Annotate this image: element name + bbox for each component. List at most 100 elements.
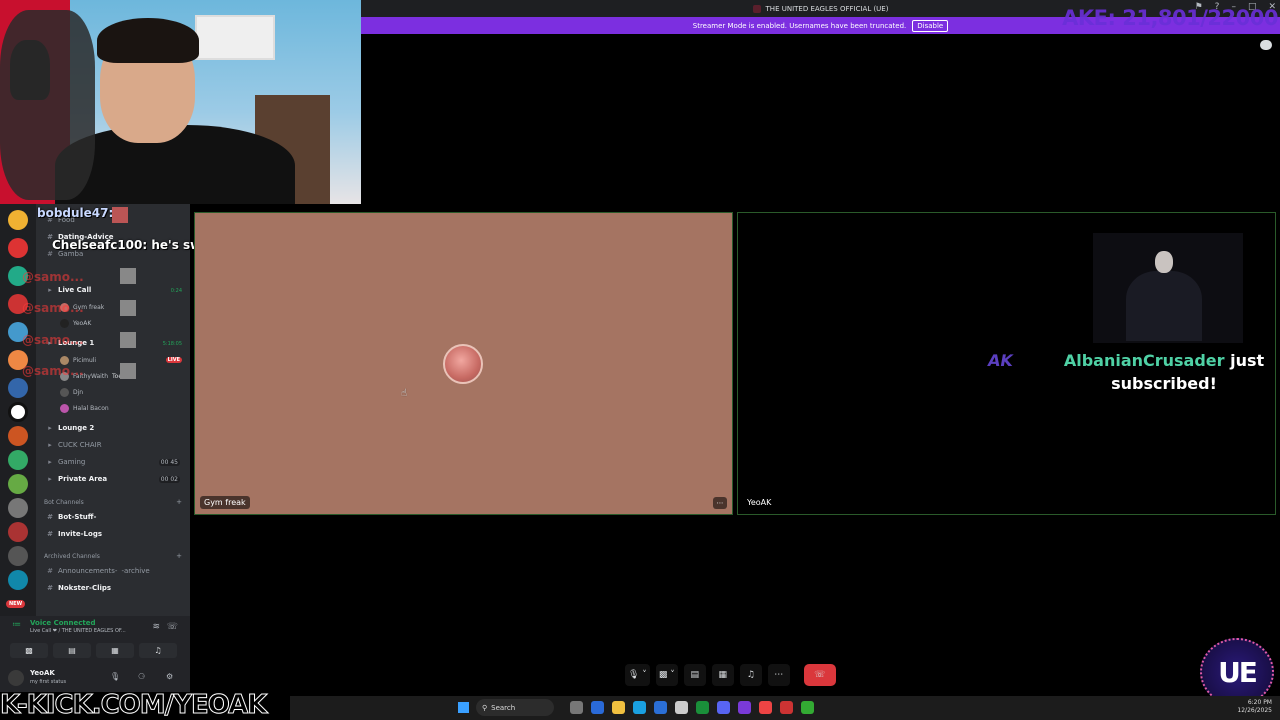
streamer-mode-text: Streamer Mode is enabled. Usernames have… [692, 21, 907, 30]
new-servers-badge: NEW [6, 600, 26, 608]
channel-cuck-chair[interactable]: ▸ CUCK CHAIR [46, 441, 101, 449]
server-icon-13[interactable] [8, 522, 28, 542]
webcam-feed [0, 0, 361, 204]
server-list: NEW [0, 204, 36, 616]
person-figure [1126, 271, 1202, 341]
outlook-icon[interactable] [654, 701, 667, 714]
gear-icon[interactable]: ⚙ [166, 672, 173, 681]
channel-bot-stuff[interactable]: # Bot-Stuff- [46, 513, 96, 521]
hand-cursor-icon: ☝ [401, 388, 408, 399]
signal-icon: ≔ [12, 620, 21, 630]
speaker-icon: ▸ [48, 458, 52, 466]
voice-status-subtitle[interactable]: Live Call ❤ / THE UNITED EAGLES OF... [30, 628, 126, 634]
chrome-icon[interactable] [759, 701, 772, 714]
chat-emote [112, 207, 128, 223]
window-title: THE UNITED EAGLES OFFICIAL (UE) [765, 4, 889, 13]
screen-share-button[interactable]: ▤ [683, 664, 706, 686]
avatar [60, 404, 69, 413]
server-icon-2[interactable] [8, 238, 28, 258]
noise-suppression-icon[interactable]: ≋ [152, 622, 160, 632]
obs-icon[interactable] [738, 701, 751, 714]
speaker-icon: ▸ [48, 286, 52, 294]
app-icon[interactable] [591, 701, 604, 714]
channel-announcements-archive[interactable]: # Announcements- -archive [46, 567, 150, 575]
more-options-icon[interactable]: ⋯ [713, 497, 727, 509]
file-explorer-icon[interactable] [612, 701, 625, 714]
avatar[interactable] [8, 670, 24, 686]
member-yeoak[interactable]: YeoAK [60, 319, 91, 328]
taskbar-clock[interactable]: 6:20 PM 12/26/2025 [1237, 699, 1272, 715]
channel-live-call[interactable]: ▸ Live Call [46, 286, 91, 294]
person-head [1155, 251, 1173, 273]
avatar [60, 388, 69, 397]
channel-gaming[interactable]: ▸ Gaming [46, 458, 85, 466]
live-call-timer: 0:24 [170, 288, 182, 294]
server-icon-11[interactable] [8, 474, 28, 494]
microphone-icon[interactable]: 🎙 [110, 672, 120, 681]
add-channel-icon[interactable]: + [176, 498, 182, 506]
leave-call-button[interactable]: ☏ [803, 664, 836, 686]
ghost-emote [120, 268, 136, 284]
app-icon[interactable] [801, 701, 814, 714]
add-channel-icon[interactable]: + [176, 552, 182, 560]
server-icon-8[interactable] [8, 402, 28, 422]
discord-icon[interactable] [717, 701, 730, 714]
speaker-icon: ▸ [48, 441, 52, 449]
server-icon [752, 4, 761, 13]
video-tile-gym-freak[interactable]: ☝ Gym freak ⋯ [194, 212, 733, 515]
more-options-button[interactable]: ⋯ [767, 664, 790, 686]
ghost-chat-text: @samo... [22, 364, 84, 378]
store-icon[interactable] [675, 701, 688, 714]
soundboard-button[interactable]: ♫ [139, 643, 177, 658]
task-view-icon[interactable] [570, 701, 583, 714]
screen-share-button[interactable]: ▤ [53, 643, 91, 658]
channel-nokster-clips[interactable]: # Nokster-Clips [46, 584, 111, 592]
server-icon-7[interactable] [8, 378, 28, 398]
taskbar-search[interactable]: ⚲ Search [476, 699, 554, 716]
activities-button[interactable]: ▦ [711, 664, 734, 686]
camera-button[interactable]: ▩ [10, 643, 48, 658]
channel-list: # Food # Dating-Advice # Gamba ▸ Live Call 0… [36, 204, 190, 616]
windows-start-icon[interactable] [458, 702, 469, 713]
server-icon-14[interactable] [8, 546, 28, 566]
activities-button[interactable]: ▦ [96, 643, 134, 658]
voice-connected-panel: ≔ Voice Connected Live Call ❤ / THE UNIT… [0, 616, 190, 662]
server-icon-15[interactable] [8, 570, 28, 590]
category-bot-channels[interactable]: Bot Channels [44, 499, 84, 506]
ghost-chat-text: @samo... [22, 301, 84, 315]
background-shelf [195, 15, 275, 60]
kick-url-banner: K-KICK.COM/YEOAK [0, 690, 268, 720]
hash-icon: # [47, 530, 53, 538]
channel-invite-logs[interactable]: # Invite-Logs [46, 530, 102, 538]
app-icon[interactable] [780, 701, 793, 714]
disconnect-icon[interactable]: ☏ [167, 622, 178, 632]
camera-toggle-button[interactable]: ▩ ˅ [655, 664, 678, 686]
channel-private-area[interactable]: ▸ Private Area [46, 475, 107, 483]
mute-microphone-button[interactable]: 🎙 ˅ [625, 664, 650, 686]
ghost-emote [120, 363, 136, 379]
server-icon-12[interactable] [8, 498, 28, 518]
video-tile-yeoak[interactable]: AK AlbanianCrusader just subscribed! Yeo… [737, 212, 1276, 515]
member-halal-bacon[interactable]: Halal Bacon [60, 404, 109, 413]
headphones [0, 10, 95, 200]
headphones-icon[interactable]: ⚆ [138, 672, 145, 681]
channel-lounge-2[interactable]: ▸ Lounge 2 [46, 424, 94, 432]
soundboard-button[interactable]: ♫ [739, 664, 762, 686]
ghost-chat-text: @samo... [22, 333, 84, 347]
xbox-icon[interactable] [696, 701, 709, 714]
edge-icon[interactable] [633, 701, 646, 714]
disable-streamer-mode-button[interactable]: Disable [912, 19, 949, 32]
streamer-hair [97, 18, 199, 63]
chat-message-1: bobdule47: [37, 206, 114, 220]
server-icon-10[interactable] [8, 450, 28, 470]
screen: THE UNITED EAGLES OFFICIAL (UE) ⚑ ? – □ … [0, 0, 1280, 720]
windows-taskbar: ⚲ Search 6:20 PM 12/26/2025 [290, 696, 1280, 720]
server-icon-9[interactable] [8, 426, 28, 446]
member-djn[interactable]: Djn [60, 388, 83, 397]
username[interactable]: YeoAK [30, 669, 55, 677]
server-icon-1[interactable] [8, 210, 28, 230]
chat-bubble-icon[interactable] [1260, 40, 1272, 50]
voice-status-title[interactable]: Voice Connected [30, 619, 96, 627]
lounge-1-timer: 5:18:05 [162, 341, 182, 347]
category-archived-channels[interactable]: Archived Channels [44, 553, 100, 560]
